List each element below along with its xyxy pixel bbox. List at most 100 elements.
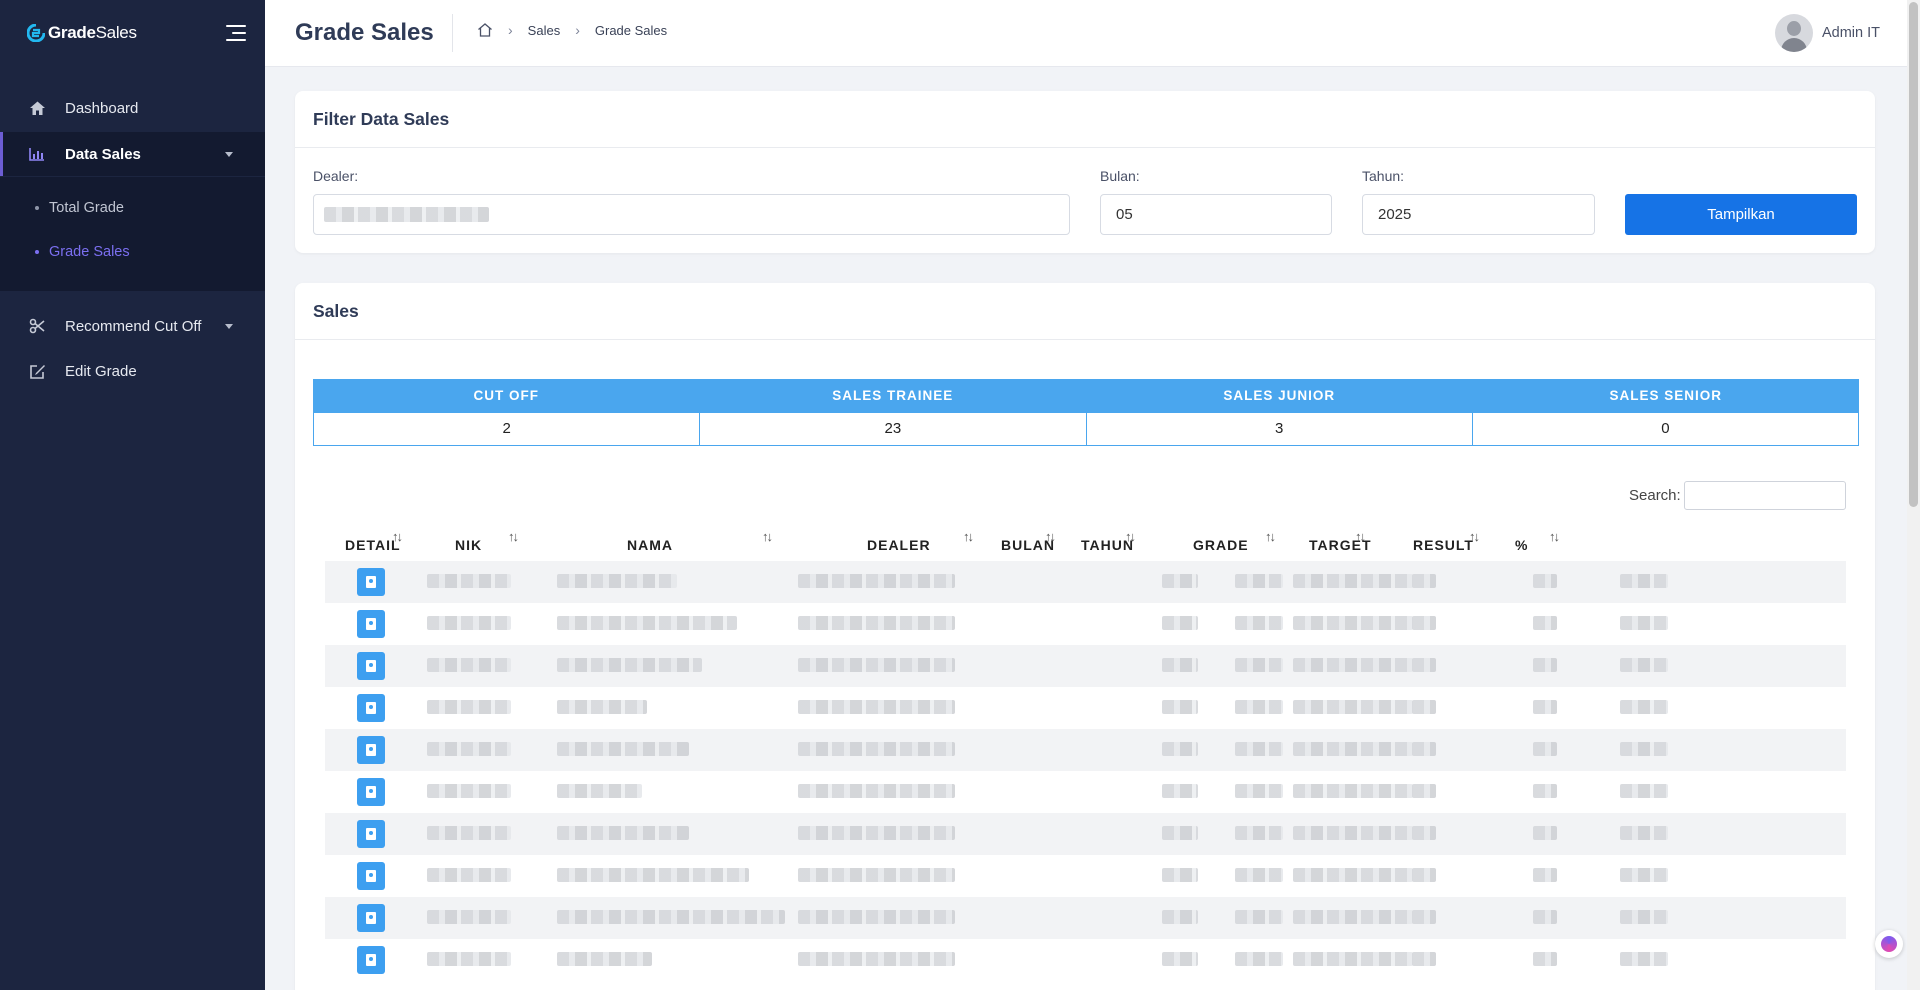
detail-button[interactable] [357, 778, 385, 806]
column-header-detail[interactable]: DETAIL ↑↓ [325, 520, 410, 561]
menu-toggle-icon[interactable] [226, 25, 246, 41]
user-menu[interactable]: Admin IT [1774, 14, 1880, 52]
breadcrumb-sales[interactable]: Sales [528, 23, 561, 38]
redacted-cell [427, 910, 511, 924]
table-row [325, 645, 1846, 687]
bulan-input[interactable]: 05 [1100, 194, 1332, 235]
sub-item-label: Grade Sales [49, 244, 130, 260]
chevron-right-icon: › [575, 22, 580, 38]
sidebar: GradeSales Dashboard Data Sales Total Gr… [0, 0, 265, 990]
dealer-label: Dealer: [313, 168, 359, 184]
redacted-cell [1162, 616, 1198, 630]
redacted-cell [427, 658, 511, 672]
nav-label: Dashboard [65, 99, 139, 117]
redacted-cell [1533, 658, 1557, 672]
sub-item-total-grade[interactable]: Total Grade [35, 200, 124, 216]
column-header-nik[interactable]: NIK ↑↓ [410, 520, 527, 561]
detail-button[interactable] [357, 736, 385, 764]
detail-button[interactable] [357, 862, 385, 890]
table-row [325, 687, 1846, 729]
home-icon[interactable] [477, 22, 493, 38]
summary-value-cut-off: 2 [314, 413, 701, 445]
redacted-cell [1533, 742, 1557, 756]
redacted-cell [1293, 616, 1413, 630]
redacted-cell [1293, 658, 1413, 672]
redacted-cell [1533, 952, 1557, 966]
redacted-cell [1162, 868, 1198, 882]
column-header-percent[interactable]: % ↑↓ [1485, 520, 1573, 561]
nav-item-data-sales[interactable]: Data Sales [0, 132, 265, 176]
redacted-cell [1235, 658, 1283, 672]
tampilkan-button[interactable]: Tampilkan [1625, 194, 1857, 235]
column-header-tahun[interactable]: TAHUN ↑↓ [1067, 520, 1147, 561]
assistant-icon[interactable] [1875, 930, 1903, 958]
column-header-dealer[interactable]: DEALER ↑↓ [785, 520, 985, 561]
redacted-cell [557, 868, 749, 882]
detail-button[interactable] [357, 904, 385, 932]
redacted-cell [1620, 910, 1668, 924]
redacted-cell [798, 868, 955, 882]
redacted-cell [1293, 574, 1413, 588]
redacted-cell [798, 616, 955, 630]
redacted-cell [1162, 952, 1198, 966]
redacted-cell [1235, 700, 1283, 714]
contact-card-icon [366, 702, 376, 714]
detail-button[interactable] [357, 568, 385, 596]
detail-button[interactable] [357, 694, 385, 722]
redacted-cell [427, 784, 511, 798]
dealer-select[interactable] [313, 194, 1070, 235]
sub-item-grade-sales[interactable]: Grade Sales [35, 244, 130, 260]
search-input[interactable] [1684, 481, 1846, 510]
table-row [325, 771, 1846, 813]
redacted-cell [557, 784, 642, 798]
detail-button[interactable] [357, 652, 385, 680]
redacted-cell [1620, 868, 1668, 882]
nav-item-edit-grade[interactable]: Edit Grade [0, 349, 265, 393]
filter-title: Filter Data Sales [313, 109, 450, 129]
redacted-cell [427, 826, 511, 840]
redacted-cell [427, 868, 511, 882]
column-header-nama[interactable]: NAMA ↑↓ [527, 520, 785, 561]
redacted-cell [1412, 574, 1436, 588]
column-header-grade[interactable]: GRADE ↑↓ [1147, 520, 1289, 561]
column-header-target[interactable]: TARGET ↑↓ [1289, 520, 1377, 561]
redacted-cell [1293, 784, 1413, 798]
redacted-cell [1235, 742, 1283, 756]
grade-summary-table: CUT OFF SALES TRAINEE SALES JUNIOR SALES… [313, 379, 1859, 446]
sales-card: Sales CUT OFF SALES TRAINEE SALES JUNIOR… [295, 283, 1875, 990]
redacted-cell [798, 826, 955, 840]
redacted-cell [557, 952, 652, 966]
home-icon [28, 99, 46, 117]
contact-card-icon [366, 870, 376, 882]
tahun-label: Tahun: [1362, 168, 1405, 184]
column-header-result[interactable]: RESULT ↑↓ [1377, 520, 1485, 561]
redacted-cell [1412, 784, 1436, 798]
card-divider [295, 339, 1875, 340]
redacted-cell [1162, 910, 1198, 924]
redacted-cell [798, 742, 955, 756]
redacted-cell [1235, 616, 1283, 630]
nav-label: Data Sales [65, 145, 141, 163]
table-row [325, 729, 1846, 771]
redacted-value [324, 207, 489, 222]
tahun-input[interactable]: 2025 [1362, 194, 1595, 235]
redacted-cell [1412, 910, 1436, 924]
sales-data-table: DETAIL ↑↓ NIK ↑↓ NAMA ↑↓ DEALER ↑↓ BULAN ↑↓ T… [325, 520, 1846, 981]
detail-button[interactable] [357, 820, 385, 848]
redacted-cell [427, 952, 511, 966]
nav-item-recommend-cut-off[interactable]: Recommend Cut Off [0, 304, 265, 348]
redacted-cell [1162, 700, 1198, 714]
table-row [325, 561, 1846, 603]
scroll-thumb[interactable] [1909, 2, 1918, 507]
detail-button[interactable] [357, 610, 385, 638]
column-header-bulan[interactable]: BULAN ↑↓ [985, 520, 1067, 561]
page-scrollbar[interactable] [1907, 0, 1920, 990]
redacted-cell [557, 826, 689, 840]
redacted-cell [1235, 868, 1283, 882]
search-label: Search: [1629, 487, 1681, 504]
summary-header-sales-senior: SALES SENIOR [1609, 388, 1723, 403]
nav-label: Edit Grade [65, 362, 137, 380]
table-row [325, 897, 1846, 939]
detail-button[interactable] [357, 946, 385, 974]
nav-item-dashboard[interactable]: Dashboard [0, 86, 265, 130]
